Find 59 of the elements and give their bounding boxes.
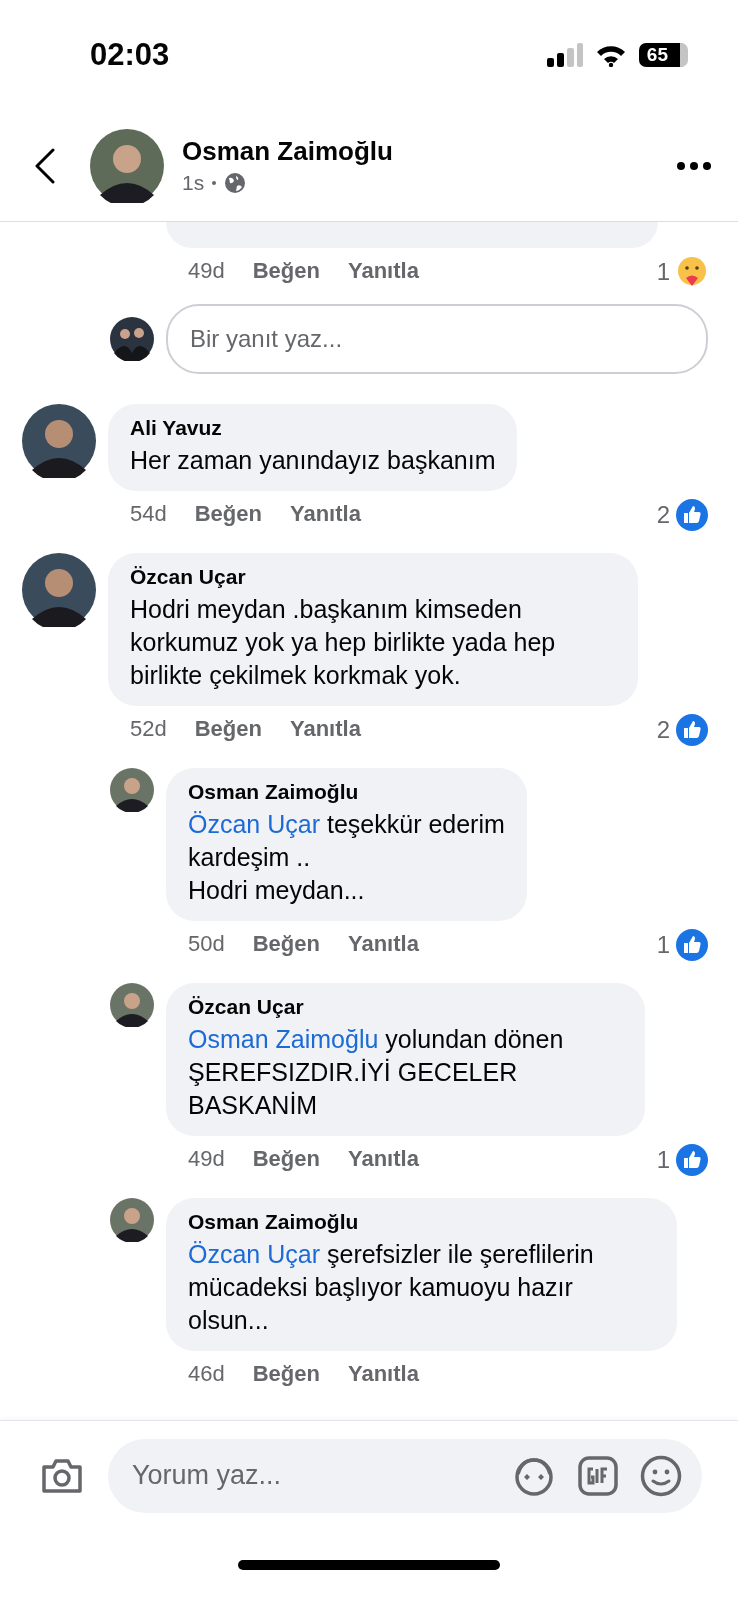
comment-text: Hodri meydan .başkanım kimseden korkumuz yok ya hep birlikte yada hep birlikte çekilmek korkmak yok. xyxy=(130,594,557,691)
reply-field[interactable]: Bir yanıt yaz... xyxy=(166,304,708,374)
back-icon[interactable] xyxy=(34,147,56,184)
gif-icon[interactable] xyxy=(578,1455,618,1496)
like-button[interactable]: Beğen xyxy=(194,716,262,742)
more-icon[interactable] xyxy=(676,160,712,171)
comment-field[interactable]: Yorum yaz... xyxy=(130,1459,490,1492)
comment-time: 54d xyxy=(130,501,167,527)
comment-text: Özcan Uçar şerefsizler ile şereflilerin mücadeksi başlıyor kamuoyu hazır olsun... xyxy=(188,1239,595,1336)
reply-button[interactable]: Yanıtla xyxy=(347,258,419,284)
comment-text: Özcan Uçar teşekkür ederim kardeşim .. Hodri meydan... xyxy=(188,809,505,906)
commenter-name[interactable]: Osman Zaimoğlu xyxy=(188,1210,655,1234)
avatar[interactable] xyxy=(110,768,154,812)
reaction-count: 1 xyxy=(656,1146,670,1174)
commenter-name[interactable]: Özcan Uçar xyxy=(130,565,616,589)
commenter-name[interactable]: Özcan Uçar xyxy=(188,995,623,1019)
avatar-sticker-icon[interactable] xyxy=(512,1455,556,1496)
comment-text: Osman Zaimoğlu yolundan dönen ŞEREFSIZDIR.İYİ GECELER BASKANİM xyxy=(188,1024,565,1121)
emoji-icon[interactable] xyxy=(640,1454,682,1497)
comment-time: 52d xyxy=(130,716,167,742)
avatar[interactable] xyxy=(22,404,96,478)
mention-link[interactable]: Osman Zaimoğlu xyxy=(188,1025,379,1053)
comment-time: 49d xyxy=(188,258,225,284)
reaction-count: 2 xyxy=(656,501,670,529)
status-time: 02:03 xyxy=(90,37,170,73)
comment-bar[interactable]: Yorum yaz... xyxy=(108,1438,702,1513)
separator-dot xyxy=(212,181,217,185)
reaction-count: 2 xyxy=(656,716,670,744)
like-button[interactable]: Beğen xyxy=(252,1146,320,1172)
commenter-name[interactable]: Ali Yavuz xyxy=(130,416,496,440)
signal-icon xyxy=(546,43,583,67)
comment-time: 46d xyxy=(188,1361,225,1387)
comment-time: 50d xyxy=(188,931,225,957)
mention-link[interactable]: Özcan Uçar xyxy=(188,810,320,838)
reply-button[interactable]: Yanıtla xyxy=(347,931,419,957)
reaction-count: 1 xyxy=(656,931,670,959)
avatar[interactable] xyxy=(22,553,96,627)
avatar[interactable] xyxy=(110,1198,154,1242)
avatar[interactable] xyxy=(110,317,154,361)
avatar[interactable] xyxy=(110,983,154,1027)
globe-icon xyxy=(224,172,247,194)
camera-icon[interactable] xyxy=(40,1456,84,1495)
reply-button[interactable]: Yanıtla xyxy=(347,1361,419,1387)
like-button[interactable]: Beğen xyxy=(252,931,320,957)
mention-link[interactable]: Özcan Uçar xyxy=(188,1240,320,1268)
commenter-name[interactable]: Osman Zaimoğlu xyxy=(188,780,505,804)
comment-time: 49d xyxy=(188,1146,225,1172)
reply-button[interactable]: Yanıtla xyxy=(347,1146,419,1172)
profile-name[interactable]: Osman Zaimoğlu xyxy=(182,136,676,167)
comment-text: Her zaman yanındayız başkanım xyxy=(130,445,496,476)
reaction-count: 1 xyxy=(656,258,670,286)
reply-button[interactable]: Yanıtla xyxy=(289,716,361,742)
like-button[interactable]: Beğen xyxy=(252,1361,320,1387)
post-time: 1s xyxy=(182,171,205,195)
reply-button[interactable]: Yanıtla xyxy=(289,501,361,527)
like-button[interactable]: Beğen xyxy=(252,258,320,284)
avatar[interactable] xyxy=(90,128,164,203)
like-button[interactable]: Beğen xyxy=(194,501,262,527)
battery-indicator: 65 xyxy=(638,43,688,67)
